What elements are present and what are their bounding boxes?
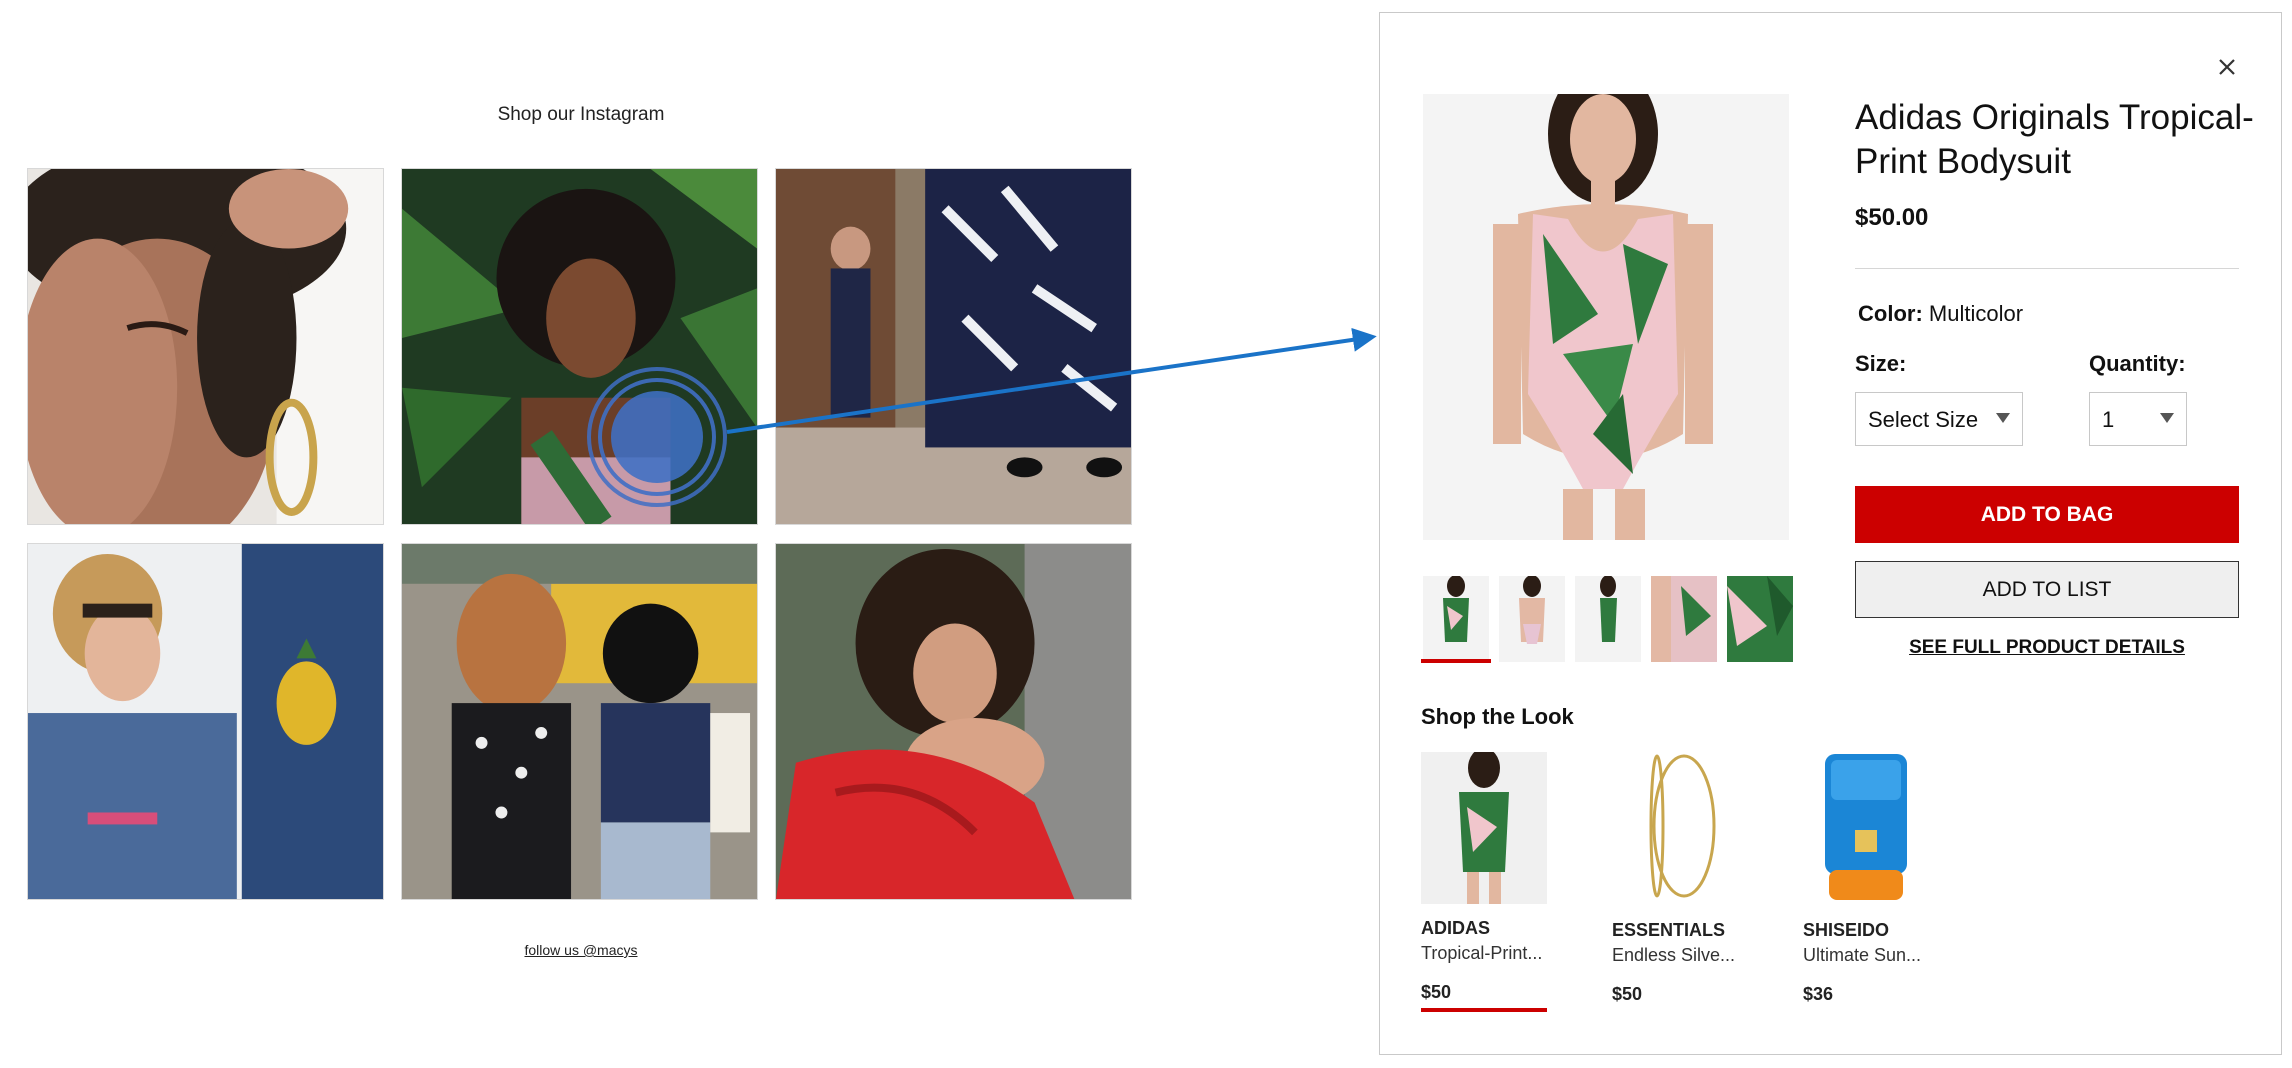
item-brand: SHISEIDO [1803,920,1890,940]
size-select[interactable]: Select Size [1855,392,2023,446]
bodysuit-thumbnail [1421,752,1547,904]
chevron-down-icon [2160,413,2174,423]
color-info: Color: Multicolor [1858,301,2023,327]
item-price: $36 [1803,984,1834,1004]
product-thumbnail-4[interactable] [1651,576,1717,662]
product-thumbnail-5[interactable] [1727,576,1793,662]
chevron-down-icon [1996,413,2010,423]
thumbnail-side-image [1575,576,1641,662]
item-price: $50 [1421,982,1452,1002]
gallery-title: Shop our Instagram [497,104,665,125]
instagram-photo-1[interactable] [27,168,384,525]
product-image [1612,752,1738,904]
photo-palm-print-dresses [776,169,1131,524]
follow-link[interactable]: follow us @macys [470,942,692,958]
instagram-photo-5[interactable] [401,543,758,900]
product-image [1421,752,1547,904]
selected-thumbnail-indicator [1421,659,1491,663]
photo-woman-red-top [776,544,1131,899]
product-image [1803,752,1929,904]
thumbnail-closeup-image [1651,576,1717,662]
bodysuit-image [1423,94,1789,540]
item-name: Endless Silve... [1612,945,1736,965]
item-price: $50 [1612,984,1643,1004]
thumbnail-front-image [1423,576,1489,662]
instagram-photo-4[interactable] [27,543,384,900]
selected-item-indicator [1421,1008,1547,1012]
full-product-details-link[interactable]: SEE FULL PRODUCT DETAILS [1855,637,2239,659]
photo-two-women-street [402,544,757,899]
shop-the-look-item[interactable]: SHISEIDO Ultimate Sun... $36 [1803,752,1933,1005]
color-value: Multicolor [1928,301,2024,326]
product-thumbnail-3[interactable] [1575,576,1641,662]
divider [1855,268,2239,269]
color-label: Color: [1858,301,1923,326]
quantity-label: Quantity: [2089,351,2186,376]
product-main-image[interactable] [1423,94,1789,540]
sunscreen-thumbnail [1803,752,1929,904]
quantity-select[interactable]: 1 [2089,392,2187,446]
instagram-photo-6[interactable] [775,543,1132,900]
product-title: Adidas Originals Tropical-Print Bodysuit [1855,98,2254,181]
item-name: Tropical-Print... [1421,943,1543,963]
product-thumbnail-2[interactable] [1499,576,1565,662]
product-hotspot[interactable] [587,367,727,507]
shop-the-look-item[interactable]: ADIDAS Tropical-Print... $50 [1421,752,1551,1003]
thumbnail-fabric-image [1727,576,1793,662]
hoop-earrings-thumbnail [1612,752,1738,904]
close-icon[interactable] [2210,50,2244,84]
shop-the-look-item[interactable]: ESSENTIALS Endless Silve... $50 [1612,752,1742,1005]
instagram-photo-3[interactable] [775,168,1132,525]
photo-portrait-hoop-earring [28,169,383,524]
size-select-value: Select Size [1868,407,1979,432]
size-label: Size: [1855,351,1907,376]
thumbnail-back-image [1499,576,1565,662]
item-name: Ultimate Sun... [1803,945,1922,965]
add-to-list-button[interactable]: ADD TO LIST [1855,561,2239,618]
photo-denim-pineapple-bag [28,544,383,899]
product-thumbnail-1[interactable] [1423,576,1489,662]
add-to-bag-button[interactable]: ADD TO BAG [1855,486,2239,543]
product-price: $50.00 [1855,204,1929,231]
shop-the-look-title: Shop the Look [1421,704,1574,729]
item-brand: ADIDAS [1421,918,1491,938]
item-brand: ESSENTIALS [1612,920,1726,940]
quantity-select-value: 1 [2102,407,2115,432]
